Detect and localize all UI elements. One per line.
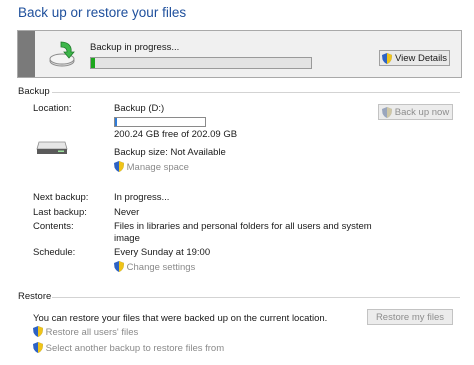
backup-progress-bar — [90, 57, 312, 69]
restore-divider — [52, 297, 460, 298]
shield-icon — [33, 326, 43, 337]
backup-heading: Backup — [18, 86, 50, 97]
next-backup-label: Next backup: — [33, 192, 89, 203]
disk-usage-fill — [115, 118, 117, 126]
manage-space-link[interactable]: Manage space — [114, 161, 189, 173]
location-value: Backup (D:) — [114, 103, 165, 114]
shield-icon — [33, 342, 43, 353]
location-label: Location: — [33, 103, 72, 114]
change-settings-link[interactable]: Change settings — [114, 261, 195, 273]
contents-label: Contents: — [33, 221, 74, 232]
change-settings-label: Change settings — [126, 262, 196, 273]
contents-value-line1: Files in libraries and personal folders … — [114, 221, 372, 232]
restore-all-users-link[interactable]: Restore all users' files — [33, 326, 138, 338]
view-details-label: View Details — [394, 52, 448, 64]
select-another-backup-link[interactable]: Select another backup to restore files f… — [33, 342, 224, 354]
backup-size-text: Backup size: Not Available — [114, 147, 226, 158]
shield-icon — [381, 106, 392, 118]
disk-usage-bar — [114, 117, 206, 127]
status-text: Backup in progress... — [90, 42, 180, 53]
next-backup-value: In progress... — [114, 192, 170, 203]
back-up-now-label: Back up now — [394, 106, 450, 118]
schedule-label: Schedule: — [33, 247, 76, 258]
last-backup-label: Last backup: — [33, 207, 87, 218]
backup-progress-icon — [48, 40, 80, 68]
backup-status-panel: Backup in progress... View Details — [17, 30, 462, 78]
back-up-now-button[interactable]: Back up now — [378, 104, 453, 120]
restore-my-files-button[interactable]: Restore my files — [367, 309, 453, 325]
restore-description: You can restore your files that were bac… — [33, 313, 328, 324]
contents-value-line2: image — [114, 233, 140, 244]
schedule-value: Every Sunday at 19:00 — [114, 247, 211, 258]
restore-heading: Restore — [18, 291, 52, 302]
page-title: Back up or restore your files — [18, 5, 187, 20]
shield-icon — [114, 161, 124, 172]
shield-icon — [114, 261, 124, 272]
restore-my-files-label: Restore my files — [375, 311, 445, 323]
shield-icon — [381, 52, 392, 64]
backup-divider — [52, 92, 460, 93]
last-backup-value: Never — [114, 207, 140, 218]
select-another-backup-label: Select another backup to restore files f… — [45, 343, 225, 354]
drive-icon — [36, 137, 68, 155]
restore-all-users-label: Restore all users' files — [45, 327, 139, 338]
manage-space-label: Manage space — [126, 162, 189, 173]
view-details-button[interactable]: View Details — [379, 50, 450, 66]
progress-fill — [91, 58, 96, 68]
free-space-text: 200.24 GB free of 202.09 GB — [114, 129, 238, 140]
status-stripe — [18, 31, 35, 77]
